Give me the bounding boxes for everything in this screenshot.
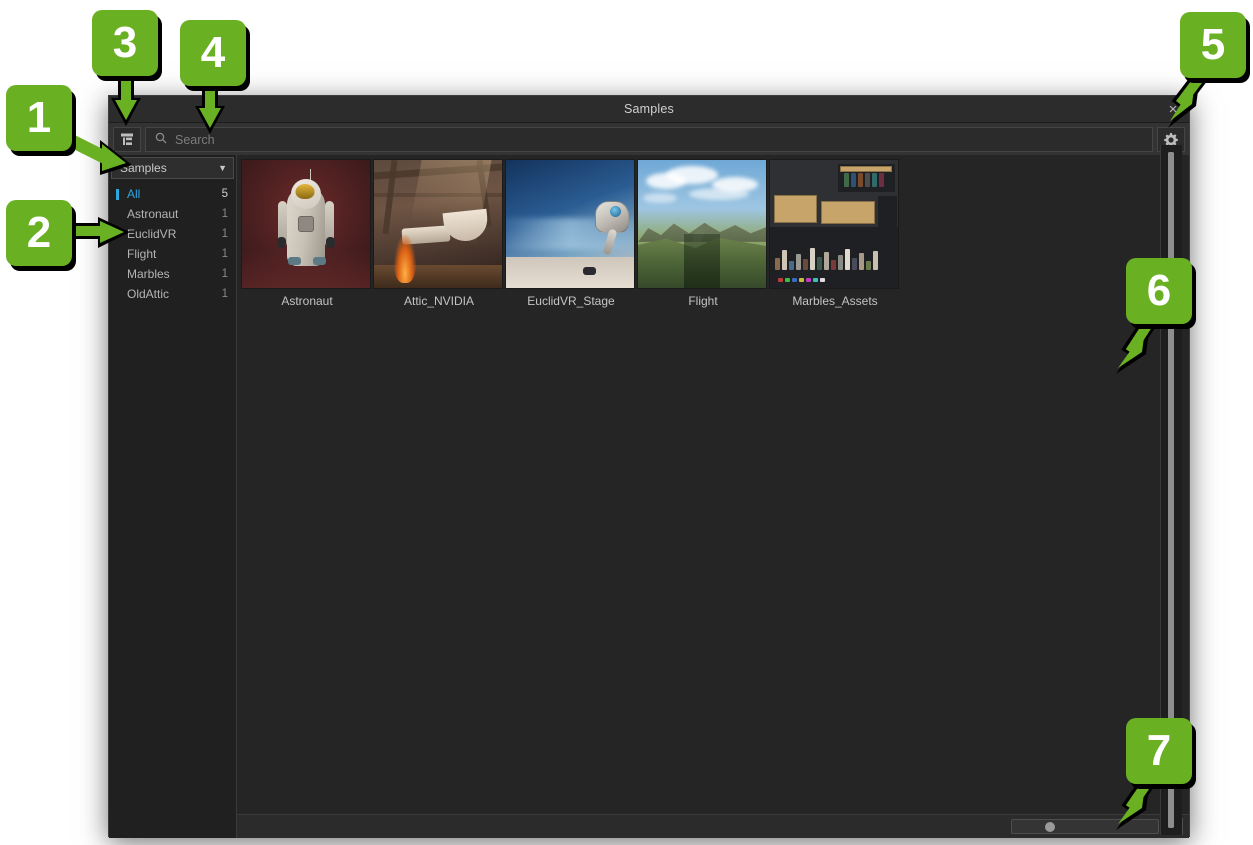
- callout-badge-3: 3: [92, 10, 158, 76]
- screenshot-root: Samples ×: [0, 0, 1253, 845]
- callout-badge-2: 2: [6, 200, 72, 266]
- slider-handle[interactable]: [1045, 822, 1055, 832]
- asset-thumbnail: [769, 159, 899, 289]
- samples-window: Samples ×: [108, 95, 1190, 837]
- asset-thumbnail: [637, 159, 767, 289]
- collection-tree: All 5 Astronaut 1 EuclidVR 1: [109, 182, 236, 838]
- callout-badge-4: 4: [180, 20, 246, 86]
- asset-card[interactable]: Attic_NVIDIA: [373, 159, 505, 308]
- callout-badge-5: 5: [1180, 12, 1246, 78]
- title-bar: Samples ×: [109, 96, 1189, 123]
- window-title: Samples: [624, 102, 674, 116]
- asset-label: Flight: [637, 289, 769, 308]
- sidebar-item-count: 1: [222, 248, 228, 260]
- sidebar-item-label: Marbles: [127, 267, 222, 281]
- sidebar-item-count: 1: [222, 288, 228, 300]
- asset-label: Astronaut: [241, 289, 373, 308]
- asset-card[interactable]: Marbles_Assets: [769, 159, 901, 308]
- asset-card[interactable]: Flight: [637, 159, 769, 308]
- sidebar-item-count: 5: [222, 188, 228, 200]
- sidebar-item-label: EuclidVR: [127, 227, 222, 241]
- sidebar-item-oldattic[interactable]: OldAttic 1: [109, 284, 236, 304]
- asset-label: Marbles_Assets: [769, 289, 901, 308]
- sidebar-item-count: 1: [222, 268, 228, 280]
- sidebar-item-marbles[interactable]: Marbles 1: [109, 264, 236, 284]
- collection-sidebar: Samples ▼ All 5 Astronaut 1: [109, 155, 237, 838]
- sidebar-item-label: OldAttic: [127, 287, 222, 301]
- callout-arrow-1: [60, 130, 150, 180]
- sidebar-item-label: All: [127, 187, 222, 201]
- asset-card[interactable]: EuclidVR_Stage: [505, 159, 637, 308]
- search-input[interactable]: [175, 133, 1143, 147]
- callout-arrow-2: [60, 215, 140, 255]
- toolbar: [109, 123, 1189, 155]
- asset-thumbnail: [505, 159, 635, 289]
- window-body: Samples ▼ All 5 Astronaut 1: [109, 155, 1189, 838]
- asset-grid-area: Astronaut: [237, 155, 1189, 814]
- search-icon: [155, 131, 167, 149]
- sidebar-item-label: Flight: [127, 247, 222, 261]
- asset-grid: Astronaut: [237, 155, 1189, 308]
- asset-thumbnail: [241, 159, 371, 289]
- sidebar-item-label: Astronaut: [127, 207, 222, 221]
- sidebar-item-all[interactable]: All 5: [109, 184, 236, 204]
- asset-card[interactable]: Astronaut: [241, 159, 373, 308]
- search-bar[interactable]: [145, 127, 1153, 152]
- callout-badge-1: 1: [6, 85, 72, 151]
- callout-badge-6: 6: [1126, 258, 1192, 324]
- chevron-down-icon: ▼: [218, 163, 227, 173]
- sidebar-item-count: 1: [222, 208, 228, 220]
- asset-thumbnail: [373, 159, 503, 289]
- asset-label: Attic_NVIDIA: [373, 289, 505, 308]
- asset-label: EuclidVR_Stage: [505, 289, 637, 308]
- sidebar-item-count: 1: [222, 228, 228, 240]
- content-pane: Astronaut: [237, 155, 1189, 838]
- callout-arrow-3: [108, 70, 158, 130]
- callout-arrow-4: [190, 80, 240, 140]
- bottom-bar: [237, 814, 1189, 838]
- callout-badge-7: 7: [1126, 718, 1192, 784]
